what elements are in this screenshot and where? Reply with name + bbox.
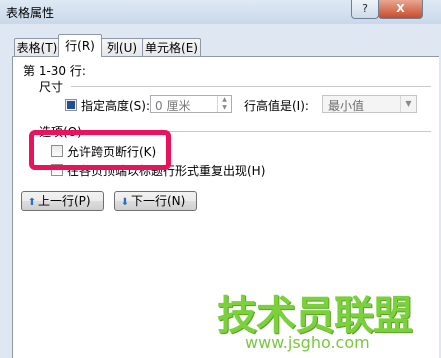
- window-title: 表格属性: [6, 6, 55, 20]
- highlight-box: [29, 130, 171, 170]
- spin-up-icon[interactable]: ▲: [218, 96, 231, 104]
- chevron-down-icon[interactable]: ▼: [400, 96, 416, 112]
- next-row-button[interactable]: ⬇ 下一行(N): [114, 191, 197, 211]
- tab-cell[interactable]: 单元格(E): [142, 38, 201, 57]
- size-group-divider: [71, 86, 431, 87]
- next-row-label: 下一行(N): [131, 194, 186, 208]
- previous-row-label: 上一行(P): [38, 194, 91, 208]
- rows-range-label: 第 1-30 行:: [23, 64, 86, 78]
- height-value: 0 厘米: [155, 99, 191, 113]
- close-button[interactable]: X: [378, 0, 423, 19]
- spinner-arrows[interactable]: ▲ ▼: [217, 96, 231, 112]
- help-button[interactable]: ?: [351, 0, 379, 19]
- arrow-up-icon: ⬆: [27, 197, 37, 208]
- tab-column[interactable]: 列(U): [100, 38, 144, 57]
- row-height-is-select[interactable]: 最小值 ▼: [322, 95, 417, 113]
- tab-row[interactable]: 行(R): [58, 34, 102, 57]
- row-height-is-label: 行高值是(I):: [244, 99, 309, 113]
- specify-height-label: 指定高度(S):: [81, 99, 151, 113]
- specify-height-checkbox[interactable]: [65, 99, 77, 111]
- previous-row-button[interactable]: ⬆ 上一行(P): [21, 191, 104, 211]
- size-group-label: 尺寸: [39, 80, 64, 94]
- watermark-url: www.jsgho.com: [245, 333, 370, 352]
- tab-table[interactable]: 表格(T): [14, 38, 60, 57]
- height-spinner[interactable]: 0 厘米 ▲ ▼: [150, 95, 232, 113]
- row-height-is-value: 最小值: [328, 99, 365, 113]
- spin-down-icon[interactable]: ▼: [218, 104, 231, 112]
- arrow-down-icon: ⬇: [120, 197, 130, 208]
- title-bar: 表格属性 ? X: [0, 0, 441, 24]
